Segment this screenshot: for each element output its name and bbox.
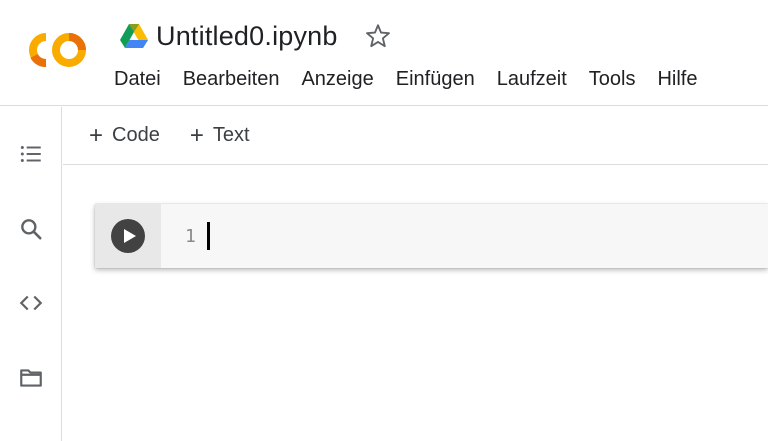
menu-item-bearbeiten[interactable]: Bearbeiten (172, 68, 291, 91)
menu-item-hilfe[interactable]: Hilfe (646, 68, 708, 91)
cell-gutter (95, 204, 161, 268)
code-editor[interactable]: 1 (161, 204, 768, 268)
table-of-contents-button[interactable] (14, 137, 48, 171)
add-code-label: Code (112, 124, 160, 146)
search-button[interactable] (14, 212, 48, 246)
table-of-contents-icon (20, 145, 41, 163)
code-cell[interactable]: 1 (95, 204, 768, 268)
play-icon (123, 229, 136, 243)
google-drive-icon[interactable] (120, 23, 148, 49)
title-row: Untitled0.ipynb (120, 16, 392, 56)
cell-toolbar: + Code + Text (63, 107, 768, 165)
search-icon (21, 219, 42, 240)
colab-logo-icon[interactable] (20, 26, 90, 74)
menu-item-tools[interactable]: Tools (578, 68, 647, 91)
notebook-header: Untitled0.ipynb Datei Bearbeiten Anzeige… (0, 0, 768, 106)
line-number: 1 (185, 225, 196, 247)
menu-bar: Datei Bearbeiten Anzeige Einfügen Laufze… (103, 64, 708, 94)
code-snippets-icon (19, 295, 43, 311)
add-text-cell-button[interactable]: + Text (189, 121, 250, 149)
menu-item-anzeige[interactable]: Anzeige (290, 68, 384, 91)
menu-item-datei[interactable]: Datei (103, 68, 172, 91)
text-cursor (206, 222, 210, 250)
plus-icon: + (189, 121, 204, 149)
left-sidebar (0, 107, 62, 441)
files-button[interactable] (14, 361, 48, 395)
code-snippets-button[interactable] (14, 286, 48, 320)
notebook-title[interactable]: Untitled0.ipynb (156, 21, 338, 52)
add-text-label: Text (212, 124, 250, 146)
star-outline-icon[interactable] (364, 22, 392, 50)
add-code-cell-button[interactable]: + Code (89, 121, 160, 149)
run-cell-button[interactable] (111, 219, 145, 253)
plus-icon: + (89, 121, 104, 149)
folder-icon (20, 369, 42, 387)
menu-item-laufzeit[interactable]: Laufzeit (486, 68, 578, 91)
menu-item-einfuegen[interactable]: Einfügen (385, 68, 486, 91)
